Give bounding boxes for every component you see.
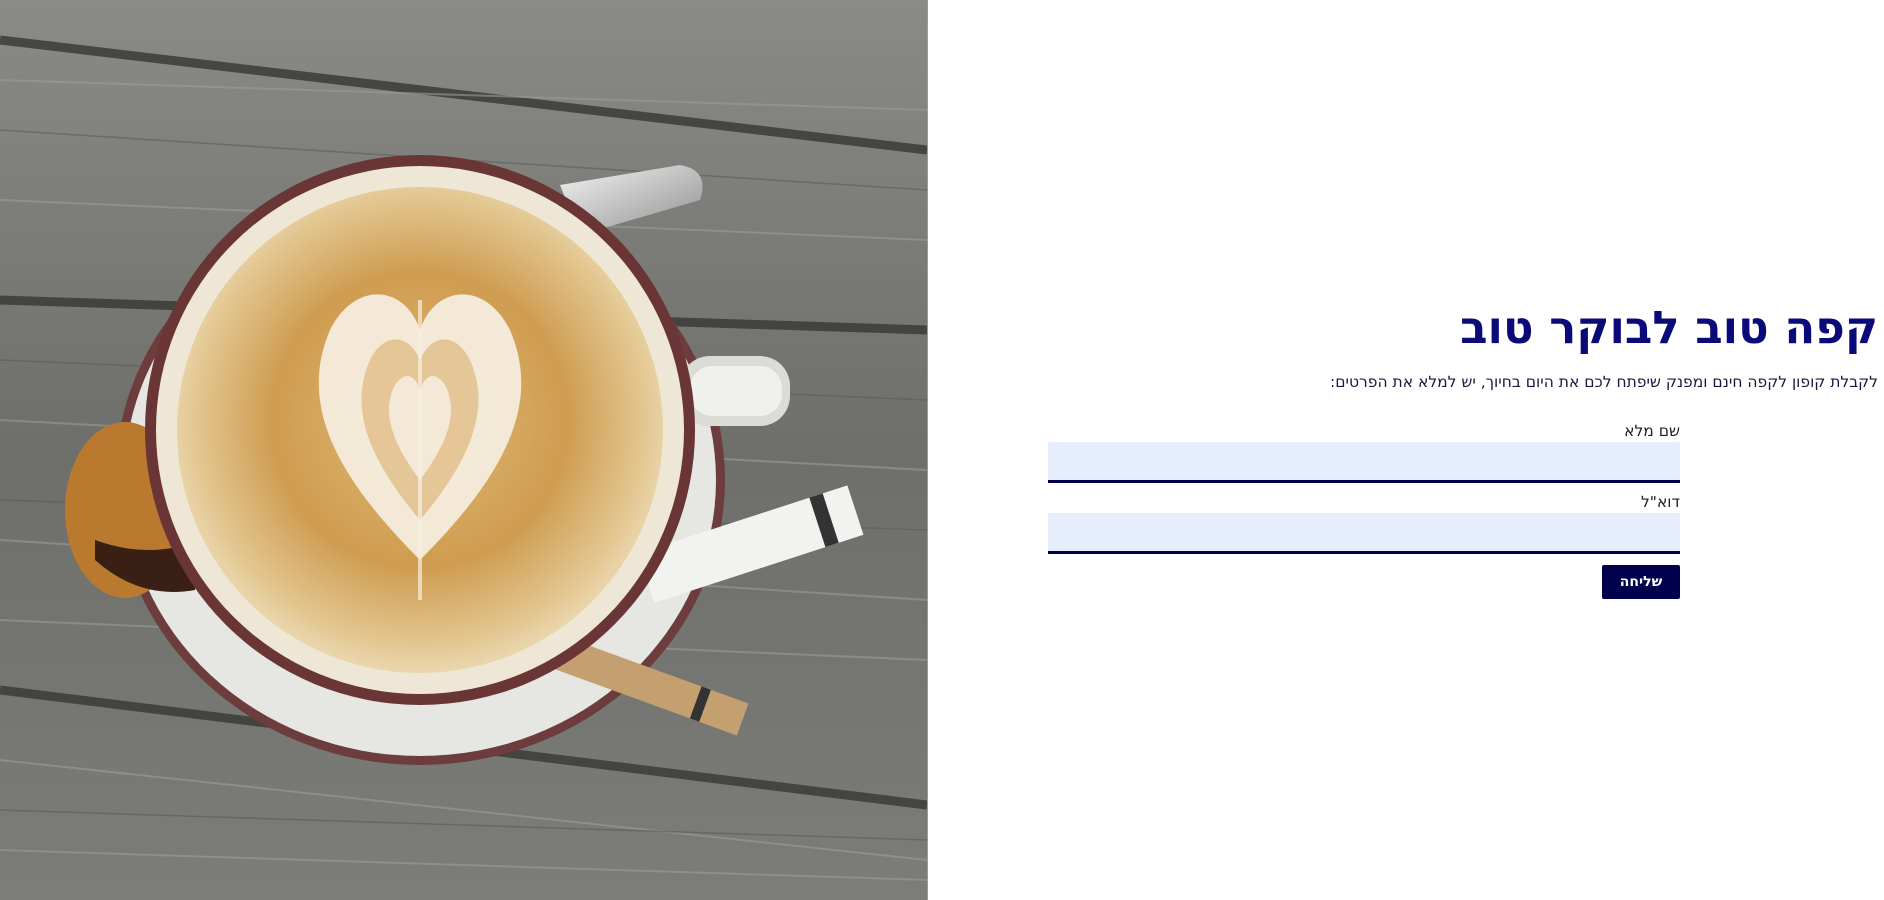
full-name-input[interactable]	[1048, 442, 1680, 483]
signup-panel: קפה טוב לבוקר טוב לקבלת קופון לקפה חינם …	[928, 0, 1884, 900]
full-name-label: שם מלא	[1624, 422, 1680, 440]
email-label: דוא"ל	[1641, 493, 1680, 511]
page-subtitle: לקבלת קופון לקפה חינם ומפנק שיפתח לכם את…	[1330, 373, 1878, 391]
email-input[interactable]	[1048, 513, 1680, 554]
coffee-cup-illustration	[0, 0, 927, 900]
landing-page: קפה טוב לבוקר טוב לקבלת קופון לקפה חינם …	[0, 0, 1884, 900]
page-title: קפה טוב לבוקר טוב	[1460, 301, 1878, 354]
submit-button[interactable]: שליחה	[1602, 565, 1680, 599]
hero-coffee-image	[0, 0, 927, 900]
coupon-form: שם מלא דוא"ל שליחה	[1048, 420, 1680, 599]
form-actions: שליחה	[1048, 565, 1680, 599]
